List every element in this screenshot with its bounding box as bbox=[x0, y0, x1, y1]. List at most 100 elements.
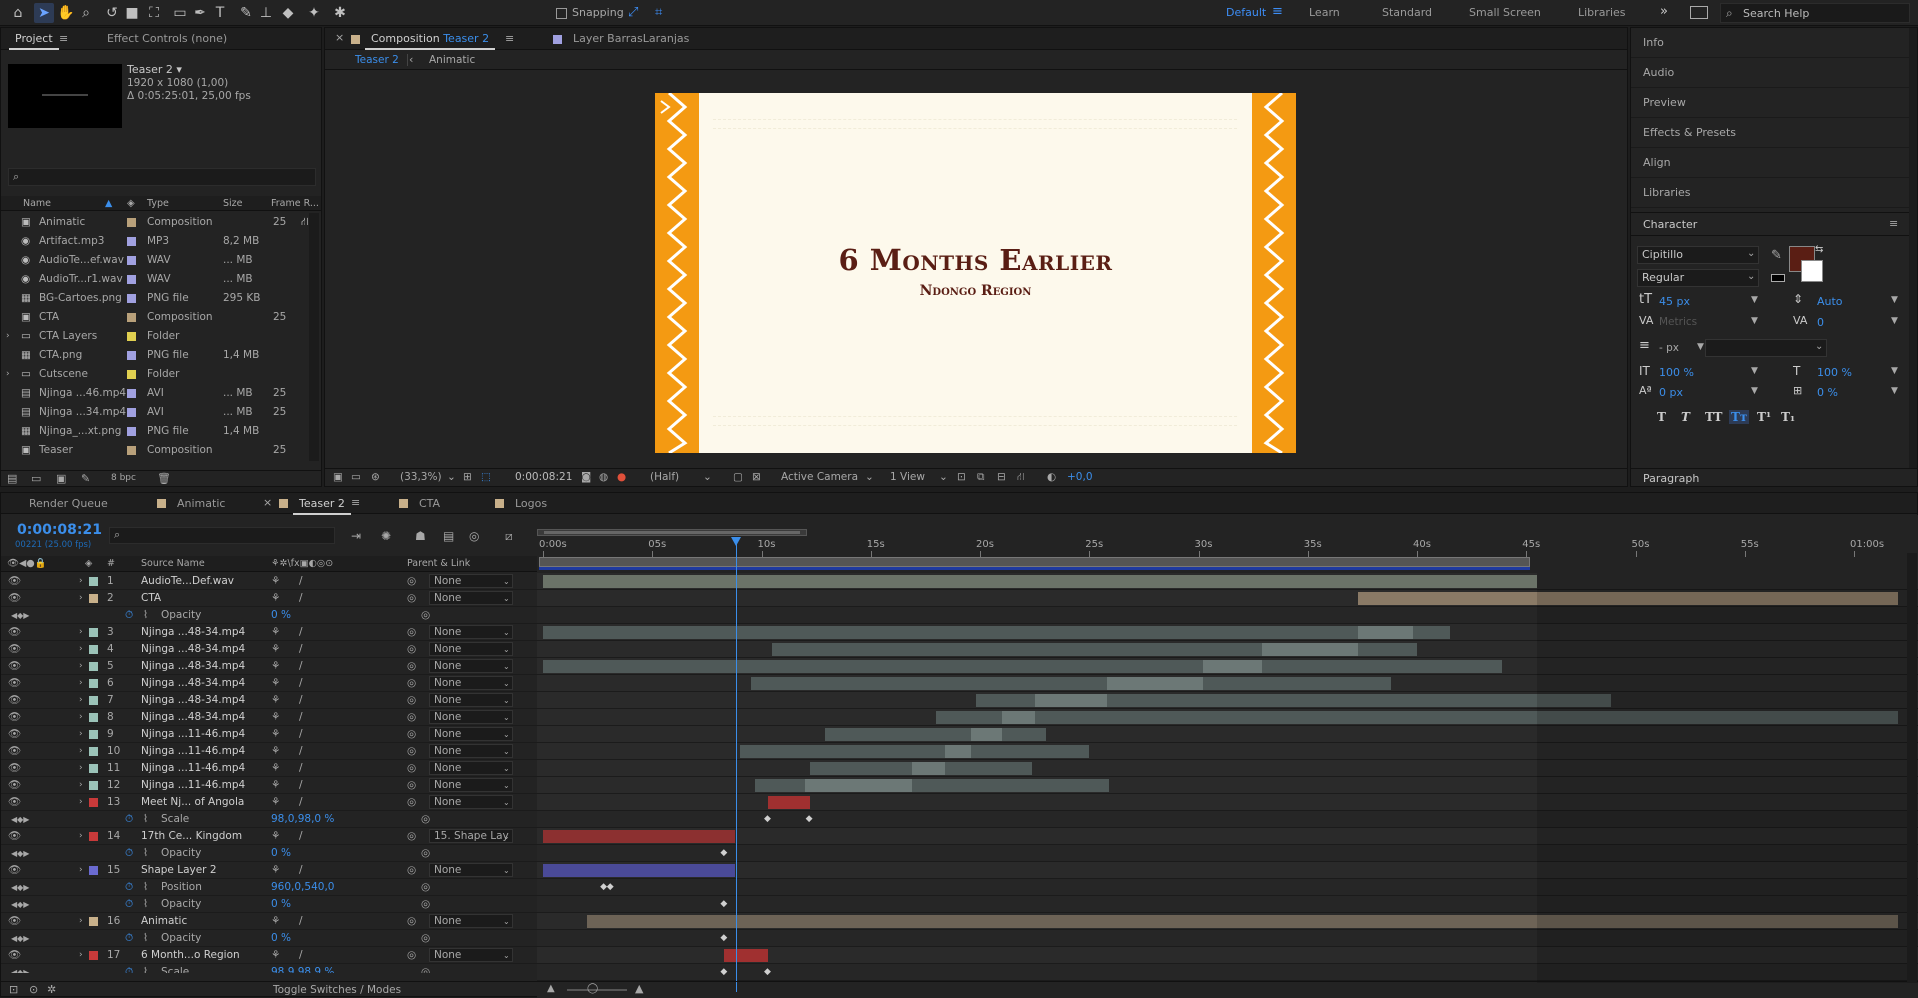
eye-icon[interactable]: 👁 bbox=[8, 692, 21, 709]
keyframe-marker[interactable]: ◆ bbox=[764, 814, 771, 824]
keyframe-nav-icon[interactable]: ◀◆▶ bbox=[11, 964, 29, 973]
interpret-footage-icon[interactable]: ▤ bbox=[7, 472, 17, 485]
keyframe-marker[interactable]: ◆ bbox=[607, 882, 614, 892]
parent-dropdown[interactable]: None bbox=[429, 676, 513, 690]
keyframe-marker[interactable]: ◆ bbox=[720, 848, 727, 858]
list-item[interactable]: ◉ AudioTe...ef.wav WAV ... MB bbox=[1, 251, 307, 270]
keyframe-nav-icon[interactable]: ◀◆▶ bbox=[11, 811, 29, 828]
eye-icon[interactable]: 👁 bbox=[8, 590, 21, 607]
vr-icon[interactable]: ⊛ bbox=[371, 471, 380, 483]
layer-row[interactable]: 👁 › 7 Njinga ...48-34.mp4 ⚘ / ◎ None ⌄ bbox=[1, 692, 537, 709]
snapshot-icon[interactable]: ◙ bbox=[581, 471, 591, 483]
quality-switch-icon[interactable]: / bbox=[299, 760, 303, 777]
quality-switch-icon[interactable]: / bbox=[299, 658, 303, 675]
eye-icon[interactable]: 👁 bbox=[8, 828, 21, 845]
label-swatch[interactable] bbox=[127, 370, 136, 379]
work-area-navigator[interactable] bbox=[537, 529, 807, 536]
shy-switch-icon[interactable]: ⚘ bbox=[271, 675, 280, 692]
shy-switch-icon[interactable]: ⚘ bbox=[271, 573, 280, 590]
tab-teaser-2[interactable]: Teaser 2 bbox=[293, 493, 351, 515]
property-row[interactable]: ◀◆▶ ⏱ ⌇ Scale 98,9,98,9 % ◎ bbox=[1, 964, 537, 973]
puppet-tool-icon[interactable]: ✱ bbox=[330, 3, 350, 23]
settings-gear-icon[interactable]: ✲ bbox=[47, 983, 56, 996]
property-row[interactable]: ◀◆▶ ⏱ ⌇ Opacity 0 % ◎ bbox=[1, 607, 537, 624]
label-swatch[interactable] bbox=[127, 332, 136, 341]
new-comp-icon[interactable]: ▣ bbox=[56, 472, 66, 485]
shy-switch-icon[interactable]: ⚘ bbox=[271, 862, 280, 879]
list-item[interactable]: ◉ AudioTr...r1.wav WAV ... MB bbox=[1, 270, 307, 289]
parent-pickwhip-icon[interactable]: ◎ bbox=[407, 590, 416, 607]
transparency-grid-icon[interactable]: ⊠ bbox=[752, 471, 761, 483]
tab-cta[interactable]: CTA bbox=[413, 493, 446, 515]
shy-switch-icon[interactable]: ⚘ bbox=[271, 709, 280, 726]
keyframe-marker[interactable]: ◆ bbox=[806, 814, 813, 824]
layer-visible-segment[interactable] bbox=[1358, 626, 1413, 639]
comp-settings-icon[interactable]: ⊡ bbox=[9, 983, 18, 996]
graph-icon[interactable]: ⌇ bbox=[143, 879, 148, 896]
layer-name[interactable]: 17th Ce... Kingdom bbox=[141, 828, 242, 845]
parent-dropdown[interactable]: None bbox=[429, 914, 513, 928]
label-swatch[interactable] bbox=[127, 389, 136, 398]
col-source-name[interactable]: Source Name bbox=[141, 556, 205, 572]
quality-switch-icon[interactable]: / bbox=[299, 692, 303, 709]
stroke-width-value[interactable]: - px bbox=[1659, 342, 1679, 354]
parent-pickwhip-icon[interactable]: ◎ bbox=[407, 624, 416, 641]
label-swatch[interactable] bbox=[89, 713, 98, 722]
layer-row[interactable]: 👁 › 6 Njinga ...48-34.mp4 ⚘ / ◎ None ⌄ bbox=[1, 675, 537, 692]
project-scrollbar[interactable] bbox=[309, 213, 319, 461]
show-snapshot-icon[interactable]: ◍ bbox=[599, 471, 608, 483]
label-swatch[interactable] bbox=[127, 256, 136, 265]
parent-pickwhip-icon[interactable]: ◎ bbox=[407, 760, 416, 777]
quality-switch-icon[interactable]: / bbox=[299, 947, 303, 964]
more-workspaces-icon[interactable]: » bbox=[1660, 4, 1668, 19]
label-swatch[interactable] bbox=[127, 237, 136, 246]
label-swatch[interactable] bbox=[127, 351, 136, 360]
property-value[interactable]: 0 % bbox=[271, 845, 291, 862]
parent-dropdown[interactable]: None bbox=[429, 948, 513, 962]
parent-pickwhip-icon[interactable]: ◎ bbox=[407, 777, 416, 794]
stopwatch-icon[interactable]: ⏱ bbox=[125, 607, 133, 624]
shy-switch-icon[interactable]: ⚘ bbox=[271, 777, 280, 794]
parent-pickwhip-icon[interactable]: ◎ bbox=[407, 828, 416, 845]
chevron-right-icon[interactable]: › bbox=[6, 327, 10, 346]
zoom-in-icon[interactable]: ▲ bbox=[635, 982, 643, 995]
parent-pickwhip-icon[interactable]: ◎ bbox=[407, 794, 416, 811]
frame-blending-icon[interactable]: ▤ bbox=[443, 529, 454, 543]
graph-icon[interactable]: ⌇ bbox=[143, 930, 148, 947]
panel-info[interactable]: Info bbox=[1631, 28, 1917, 58]
channel-icon[interactable]: ● bbox=[617, 471, 626, 483]
keyframe-marker[interactable]: ◆ bbox=[720, 899, 727, 909]
stopwatch-icon[interactable]: ⏱ bbox=[125, 896, 133, 913]
resolution-dropdown[interactable]: (Half) bbox=[650, 471, 679, 483]
chevron-right-icon[interactable]: › bbox=[79, 709, 83, 726]
tab-logos[interactable]: Logos bbox=[509, 493, 553, 515]
layer-name[interactable]: AudioTe...Def.wav bbox=[141, 573, 234, 590]
workspace-learn[interactable]: Learn bbox=[1309, 6, 1340, 19]
label-swatch[interactable] bbox=[127, 446, 136, 455]
layer-visible-segment[interactable] bbox=[1202, 660, 1262, 673]
label-swatch[interactable] bbox=[89, 832, 98, 841]
layer-duration-bar[interactable] bbox=[824, 728, 1046, 741]
fast-preview-icon[interactable]: ⧉ bbox=[977, 471, 985, 484]
quality-switch-icon[interactable]: / bbox=[299, 777, 303, 794]
adjust-icon[interactable]: ✎ bbox=[81, 472, 90, 485]
stopwatch-icon[interactable]: ⏱ bbox=[125, 845, 133, 862]
panel-menu-icon[interactable]: ≡ bbox=[351, 496, 360, 509]
panel-layout-icon[interactable] bbox=[1690, 6, 1708, 19]
roto-brush-tool-icon[interactable]: ✦ bbox=[304, 3, 324, 23]
quality-switch-icon[interactable]: / bbox=[299, 573, 303, 590]
paragraph-title[interactable]: Paragraph bbox=[1643, 472, 1699, 485]
parent-pickwhip-icon[interactable]: ◎ bbox=[407, 743, 416, 760]
quality-switch-icon[interactable]: / bbox=[299, 726, 303, 743]
chevron-right-icon[interactable]: › bbox=[79, 675, 83, 692]
timeline-icon[interactable]: ⊟ bbox=[997, 471, 1006, 483]
right-panel-scrollbar[interactable] bbox=[1909, 28, 1917, 468]
zoom-slider-thumb[interactable]: ◯ bbox=[587, 983, 598, 994]
eye-icon[interactable]: 👁 bbox=[8, 709, 21, 726]
label-swatch[interactable] bbox=[127, 218, 136, 227]
label-swatch[interactable] bbox=[89, 679, 98, 688]
hand-tool-icon[interactable]: ✋ bbox=[56, 3, 76, 23]
stopwatch-icon[interactable]: ⏱ bbox=[125, 879, 133, 896]
workspace-libraries[interactable]: Libraries bbox=[1578, 6, 1626, 19]
graph-icon[interactable]: ⌇ bbox=[143, 896, 148, 913]
